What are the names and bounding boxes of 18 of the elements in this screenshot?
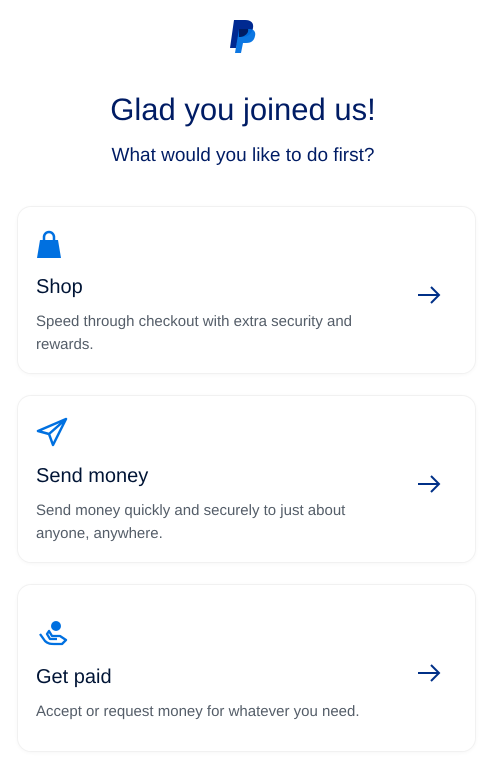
shopping-bag-icon <box>36 230 62 258</box>
option-card[interactable]: Shop Speed through checkout with extra security and rewards. <box>17 206 476 374</box>
option-title: Shop <box>36 275 84 300</box>
arrow-right-icon <box>417 286 441 304</box>
arrow-right-icon <box>417 475 441 494</box>
page-subheading: What would you like to do first? <box>112 144 374 168</box>
option-description: Speed through checkout with extra security and rewards. <box>36 312 354 356</box>
page-heading: Glad you joined us! <box>110 91 376 129</box>
option-description: Accept or request money for whatever you need. <box>36 702 361 722</box>
option-title: Get paid <box>36 664 113 690</box>
hand-coin-icon <box>36 620 68 648</box>
arrow-right-icon <box>417 664 441 682</box>
option-description: Send money quickly and securely to just about anyone, anywhere. <box>36 501 346 544</box>
logo-icon <box>229 20 257 53</box>
paper-plane-icon <box>36 417 68 448</box>
option-card[interactable]: Get paid Accept or request money for whatever you need. <box>17 584 476 752</box>
option-title: Send money <box>36 464 150 490</box>
option-card[interactable]: Send money Send money quickly and securely to just about anyone, anywhere. <box>17 395 476 564</box>
